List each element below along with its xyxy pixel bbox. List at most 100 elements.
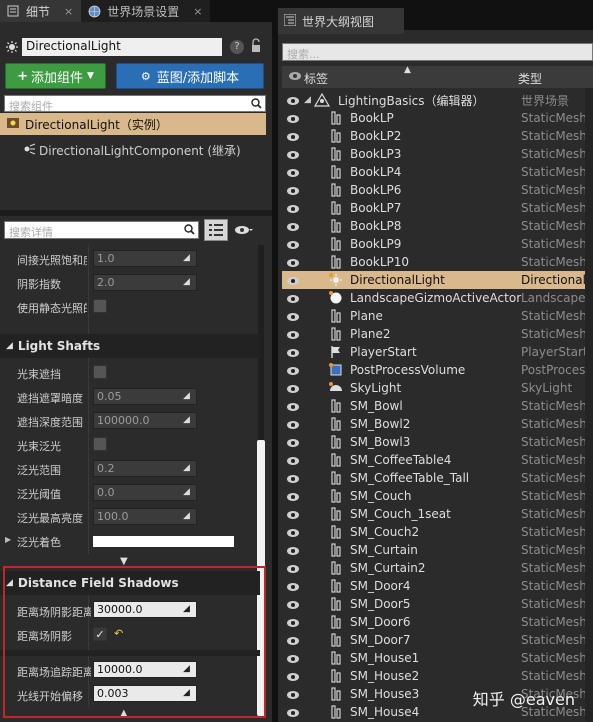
eye-visibility-icon[interactable]: [286, 347, 300, 357]
drag-handle-icon[interactable]: ◢: [183, 391, 193, 401]
eye-visibility-icon[interactable]: [286, 707, 300, 717]
outliner-row[interactable]: SM_Door5 StaticMeshActor: [282, 595, 593, 613]
eye-visibility-icon[interactable]: [286, 545, 300, 555]
eye-visibility-icon[interactable]: [286, 257, 300, 267]
outliner-row[interactable]: SM_CoffeeTable_Tall StaticMeshActor: [282, 469, 593, 487]
outliner-search-input[interactable]: 搜索...: [282, 43, 593, 61]
property-matrix-button[interactable]: [204, 219, 228, 241]
eye-visibility-icon[interactable]: [286, 149, 300, 159]
close-icon[interactable]: ×: [193, 5, 202, 18]
outliner-row[interactable]: Plane2 StaticMeshActor: [282, 325, 593, 343]
lock-icon[interactable]: [251, 38, 261, 57]
outliner-row[interactable]: BookLP4 StaticMeshActor: [282, 163, 593, 181]
eye-visibility-icon[interactable]: [286, 635, 300, 645]
outliner-row[interactable]: Plane StaticMeshActor: [282, 307, 593, 325]
drag-handle-icon[interactable]: ◢: [183, 253, 193, 263]
outliner-row[interactable]: SM_Door4 StaticMeshActor: [282, 577, 593, 595]
eye-visibility-icon[interactable]: [286, 185, 300, 195]
indirect-lighting-saturation-field[interactable]: 1.0 ◢: [93, 250, 197, 267]
eye-visibility-icon[interactable]: [286, 95, 300, 105]
eye-visibility-icon[interactable]: [286, 401, 300, 411]
search-details-input[interactable]: 搜索详情: [4, 221, 199, 239]
eye-visibility-icon[interactable]: [286, 617, 300, 627]
eye-visibility-icon[interactable]: [286, 455, 300, 465]
eye-visibility-icon[interactable]: [286, 671, 300, 681]
outliner-row[interactable]: SM_Door7 StaticMeshActor: [282, 631, 593, 649]
outliner-row[interactable]: PostProcessVolume PostProcessVolume: [282, 361, 593, 379]
outliner-row[interactable]: DirectionalLight DirectionalLight: [282, 271, 593, 289]
drag-handle-icon[interactable]: ◢: [183, 487, 193, 497]
outliner-row[interactable]: BookLP3 StaticMeshActor: [282, 145, 593, 163]
component-root-row[interactable]: DirectionalLight（实例）: [0, 113, 266, 135]
eye-visibility-icon[interactable]: [286, 599, 300, 609]
outliner-row[interactable]: SM_Couch2 StaticMeshActor: [282, 523, 593, 541]
eye-visibility-icon[interactable]: [234, 225, 254, 238]
eye-visibility-icon[interactable]: [286, 293, 300, 303]
light-shaft-occlusion-checkbox[interactable]: [93, 365, 107, 379]
expand-arrow-icon[interactable]: ◢: [304, 95, 311, 105]
occlusion-mask-darkness-field[interactable]: 0.05 ◢: [93, 388, 197, 405]
component-child-row[interactable]: DirectionalLightComponent (继承): [22, 142, 241, 159]
panel-splitter[interactable]: [0, 210, 272, 216]
eye-visibility-icon[interactable]: [286, 527, 300, 537]
eye-visibility-icon[interactable]: [286, 203, 300, 213]
outliner-row[interactable]: BookLP8 StaticMeshActor: [282, 217, 593, 235]
drag-handle-icon[interactable]: ◢: [183, 511, 193, 521]
outliner-row[interactable]: SM_CoffeeTable4 StaticMeshActor: [282, 451, 593, 469]
eye-visibility-icon[interactable]: [286, 653, 300, 663]
outliner-row[interactable]: BookLP2 StaticMeshActor: [282, 127, 593, 145]
search-components-input[interactable]: 搜索组件: [4, 95, 266, 113]
eye-visibility-icon[interactable]: [286, 221, 300, 231]
outliner-row[interactable]: BookLP StaticMeshActor: [282, 109, 593, 127]
eye-visibility-icon[interactable]: [286, 167, 300, 177]
outliner-row[interactable]: BookLP6 StaticMeshActor: [282, 181, 593, 199]
drag-handle-icon[interactable]: ◢: [183, 463, 193, 473]
eye-visibility-icon[interactable]: [286, 329, 300, 339]
eye-visibility-icon[interactable]: [286, 131, 300, 141]
shadow-exponent-field[interactable]: 2.0 ◢: [93, 274, 197, 291]
tab-details[interactable]: 细节 ×: [0, 0, 82, 22]
column-label-header[interactable]: 标签: [304, 70, 328, 87]
outliner-row[interactable]: BookLP9 StaticMeshActor: [282, 235, 593, 253]
eye-visibility-icon[interactable]: [286, 365, 300, 375]
occlusion-depth-range-field[interactable]: 100000.0 ◢: [93, 412, 197, 429]
eye-visibility-icon[interactable]: [286, 419, 300, 429]
blueprint-add-script-button[interactable]: ⚙ 蓝图/添加脚本: [116, 63, 264, 89]
use-static-shadow-checkbox[interactable]: [93, 299, 107, 313]
eye-visibility-icon[interactable]: [286, 563, 300, 573]
bloom-max-brightness-field[interactable]: 100.0 ◢: [93, 508, 197, 525]
eye-visibility-icon[interactable]: [286, 275, 300, 285]
help-icon[interactable]: ?: [230, 40, 244, 54]
outliner-row[interactable]: BookLP10 StaticMeshActor: [282, 253, 593, 271]
eye-visibility-icon[interactable]: [286, 113, 300, 123]
tab-world-settings[interactable]: 世界场景设置 ×: [81, 0, 211, 22]
eye-visibility-icon[interactable]: [286, 473, 300, 483]
outliner-row[interactable]: SkyLight SkyLight: [282, 379, 593, 397]
bloom-tint-swatch[interactable]: [93, 536, 234, 547]
drag-handle-icon[interactable]: ◢: [183, 415, 193, 425]
close-icon[interactable]: ×: [64, 5, 73, 18]
eye-visibility-icon[interactable]: [286, 689, 300, 699]
eye-visibility-icon[interactable]: [286, 311, 300, 321]
outliner-row[interactable]: SM_Bowl StaticMeshActor: [282, 397, 593, 415]
add-component-button[interactable]: + 添加组件 ▼: [5, 63, 106, 89]
outliner-row[interactable]: SM_Curtain StaticMeshActor: [282, 541, 593, 559]
light-shaft-bloom-checkbox[interactable]: [93, 437, 107, 451]
eye-visibility-icon[interactable]: [286, 437, 300, 447]
outliner-row[interactable]: SM_House1 StaticMeshActor: [282, 649, 593, 667]
outliner-row-root[interactable]: ◢ LightingBasics（编辑器） 世界场景: [282, 91, 593, 109]
bloom-scale-field[interactable]: 0.2 ◢: [93, 460, 197, 477]
outliner-row[interactable]: PlayerStart PlayerStart: [282, 343, 593, 361]
outliner-row[interactable]: SM_Bowl2 StaticMeshActor: [282, 415, 593, 433]
expand-arrow-icon[interactable]: ▶: [5, 535, 11, 544]
tab-world-outliner[interactable]: 世界大纲视图: [278, 8, 404, 34]
outliner-row[interactable]: SM_Couch_1seat StaticMeshActor: [282, 505, 593, 523]
eye-visibility-icon[interactable]: [286, 581, 300, 591]
outliner-row[interactable]: BookLP7 StaticMeshActor: [282, 199, 593, 217]
eye-visibility-icon[interactable]: [286, 239, 300, 249]
outliner-row[interactable]: SM_Couch StaticMeshActor: [282, 487, 593, 505]
eye-visibility-icon[interactable]: [286, 383, 300, 393]
outliner-scrollbar-track[interactable]: [585, 88, 593, 722]
outliner-row[interactable]: LandscapeGizmoActiveActorLandscapeGizmo: [282, 289, 593, 307]
outliner-row[interactable]: SM_Curtain2 StaticMeshActor: [282, 559, 593, 577]
